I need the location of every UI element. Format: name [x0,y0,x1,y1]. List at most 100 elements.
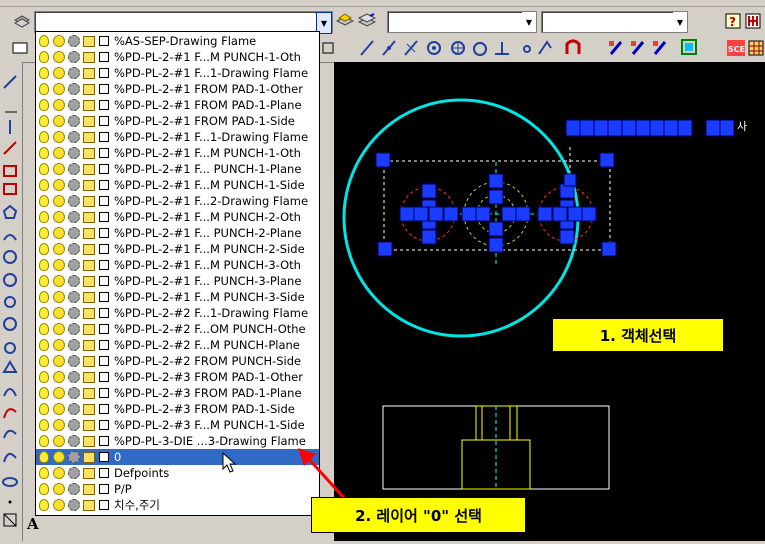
color-swatch-icon[interactable] [96,449,111,465]
lock-icon[interactable] [81,81,96,97]
freeze-sun-icon[interactable] [51,449,66,465]
lock-icon[interactable] [81,129,96,145]
viewport-freeze-icon[interactable] [66,49,81,65]
lock-icon[interactable] [81,113,96,129]
layer-dropdown-list[interactable]: %AS-SEP-Drawing Flame %PD-PL-2-#1 F...M P… [35,31,320,516]
lock-icon[interactable] [81,305,96,321]
color-swatch-icon[interactable] [96,385,111,401]
viewport-freeze-icon[interactable] [66,497,81,513]
on-off-bulb-icon[interactable] [36,161,51,177]
on-off-bulb-icon[interactable] [36,49,51,65]
layer-row[interactable]: %PD-PL-2-#1 FROM PAD-1-Other [36,81,319,97]
freeze-sun-icon[interactable] [51,241,66,257]
layer-combo[interactable]: ▼ [34,11,333,34]
viewport-freeze-icon[interactable] [66,449,81,465]
freeze-sun-icon[interactable] [51,145,66,161]
viewport-freeze-icon[interactable] [66,465,81,481]
on-off-bulb-icon[interactable] [36,209,51,225]
freeze-sun-icon[interactable] [51,497,66,513]
layer-row[interactable]: %PD-PL-2-#1 F... PUNCH-1-Plane [36,161,319,177]
layer-row[interactable]: %PD-PL-2-#1 F...M PUNCH-1-Oth [36,49,319,65]
lock-icon[interactable] [81,465,96,481]
on-off-bulb-icon[interactable] [36,273,51,289]
color-swatch-icon[interactable] [96,353,111,369]
viewport-freeze-icon[interactable] [66,65,81,81]
lock-icon[interactable] [81,145,96,161]
lock-icon[interactable] [81,321,96,337]
freeze-sun-icon[interactable] [51,289,66,305]
sce-icon[interactable]: SCE [726,38,746,58]
layer-row[interactable]: P/P [36,481,319,497]
color-swatch-icon[interactable] [96,417,111,433]
viewport-freeze-icon[interactable] [66,321,81,337]
layer-row[interactable]: %PD-PL-2-#1 F...2-Drawing Flame [36,193,319,209]
viewport-freeze-icon[interactable] [66,401,81,417]
viewport-freeze-icon[interactable] [66,177,81,193]
on-off-bulb-icon[interactable] [36,369,51,385]
freeze-sun-icon[interactable] [51,369,66,385]
lock-icon[interactable] [81,65,96,81]
layer-row[interactable]: %PD-PL-2-#1 FROM PAD-1-Plane [36,97,319,113]
color-swatch-icon[interactable] [96,321,111,337]
color-swatch-icon[interactable] [96,273,111,289]
freeze-sun-icon[interactable] [51,321,66,337]
grid-icon[interactable] [746,38,765,58]
chevron-down-icon[interactable]: ▼ [522,12,536,32]
lock-icon[interactable] [81,401,96,417]
on-off-bulb-icon[interactable] [36,481,51,497]
lock-icon[interactable] [81,497,96,513]
color-swatch-icon[interactable] [96,241,111,257]
freeze-sun-icon[interactable] [51,129,66,145]
color-swatch-icon[interactable] [96,481,111,497]
viewport-freeze-icon[interactable] [66,161,81,177]
viewport-freeze-icon[interactable] [66,273,81,289]
color-swatch-icon[interactable] [96,81,111,97]
layer-row[interactable]: %PD-PL-3-DIE ...3-Drawing Flame [36,433,319,449]
layer-row[interactable]: %PD-PL-2-#3 F...M PUNCH-1-Side [36,417,319,433]
layer-manager-icon[interactable] [12,11,32,31]
layer-row[interactable]: 치수,주기 [36,497,319,513]
viewport-freeze-icon[interactable] [66,113,81,129]
freeze-sun-icon[interactable] [51,273,66,289]
on-off-bulb-icon[interactable] [36,289,51,305]
layer-row[interactable]: %PD-PL-2-#1 F...M PUNCH-2-Oth [36,209,319,225]
viewport-freeze-icon[interactable] [66,33,81,49]
lock-icon[interactable] [81,193,96,209]
on-off-bulb-icon[interactable] [36,417,51,433]
freeze-sun-icon[interactable] [51,81,66,97]
freeze-sun-icon[interactable] [51,65,66,81]
viewport-freeze-icon[interactable] [66,209,81,225]
lock-icon[interactable] [81,49,96,65]
viewport-freeze-icon[interactable] [66,81,81,97]
viewport-freeze-icon[interactable] [66,305,81,321]
layer-row[interactable]: %PD-PL-2-#1 F...M PUNCH-3-Oth [36,257,319,273]
color-swatch-icon[interactable] [96,257,111,273]
color-combo[interactable]: ▼ [387,11,537,33]
layer-row[interactable]: %PD-PL-2-#2 F...OM PUNCH-Othe [36,321,319,337]
freeze-sun-icon[interactable] [51,337,66,353]
layer-row[interactable]: %PD-PL-2-#1 FROM PAD-1-Side [36,113,319,129]
viewport-freeze-icon[interactable] [66,225,81,241]
freeze-sun-icon[interactable] [51,257,66,273]
lock-icon[interactable] [81,273,96,289]
on-off-bulb-icon[interactable] [36,97,51,113]
layer-row[interactable]: %PD-PL-2-#1 F...1-Drawing Flame [36,129,319,145]
lock-icon[interactable] [81,433,96,449]
layer-row[interactable]: 0 [36,449,319,465]
on-off-bulb-icon[interactable] [36,449,51,465]
lock-icon[interactable] [81,33,96,49]
on-off-bulb-icon[interactable] [36,385,51,401]
on-off-bulb-icon[interactable] [36,65,51,81]
viewport-freeze-icon[interactable] [66,289,81,305]
on-off-bulb-icon[interactable] [36,33,51,49]
on-off-bulb-icon[interactable] [36,337,51,353]
lock-icon[interactable] [81,385,96,401]
viewport-freeze-icon[interactable] [66,481,81,497]
freeze-sun-icon[interactable] [51,193,66,209]
viewport-freeze-icon[interactable] [66,417,81,433]
color-swatch-icon[interactable] [96,145,111,161]
layer-row[interactable]: %PD-PL-2-#3 FROM PAD-1-Plane [36,385,319,401]
color-swatch-icon[interactable] [96,225,111,241]
freeze-sun-icon[interactable] [51,305,66,321]
lock-icon[interactable] [81,97,96,113]
